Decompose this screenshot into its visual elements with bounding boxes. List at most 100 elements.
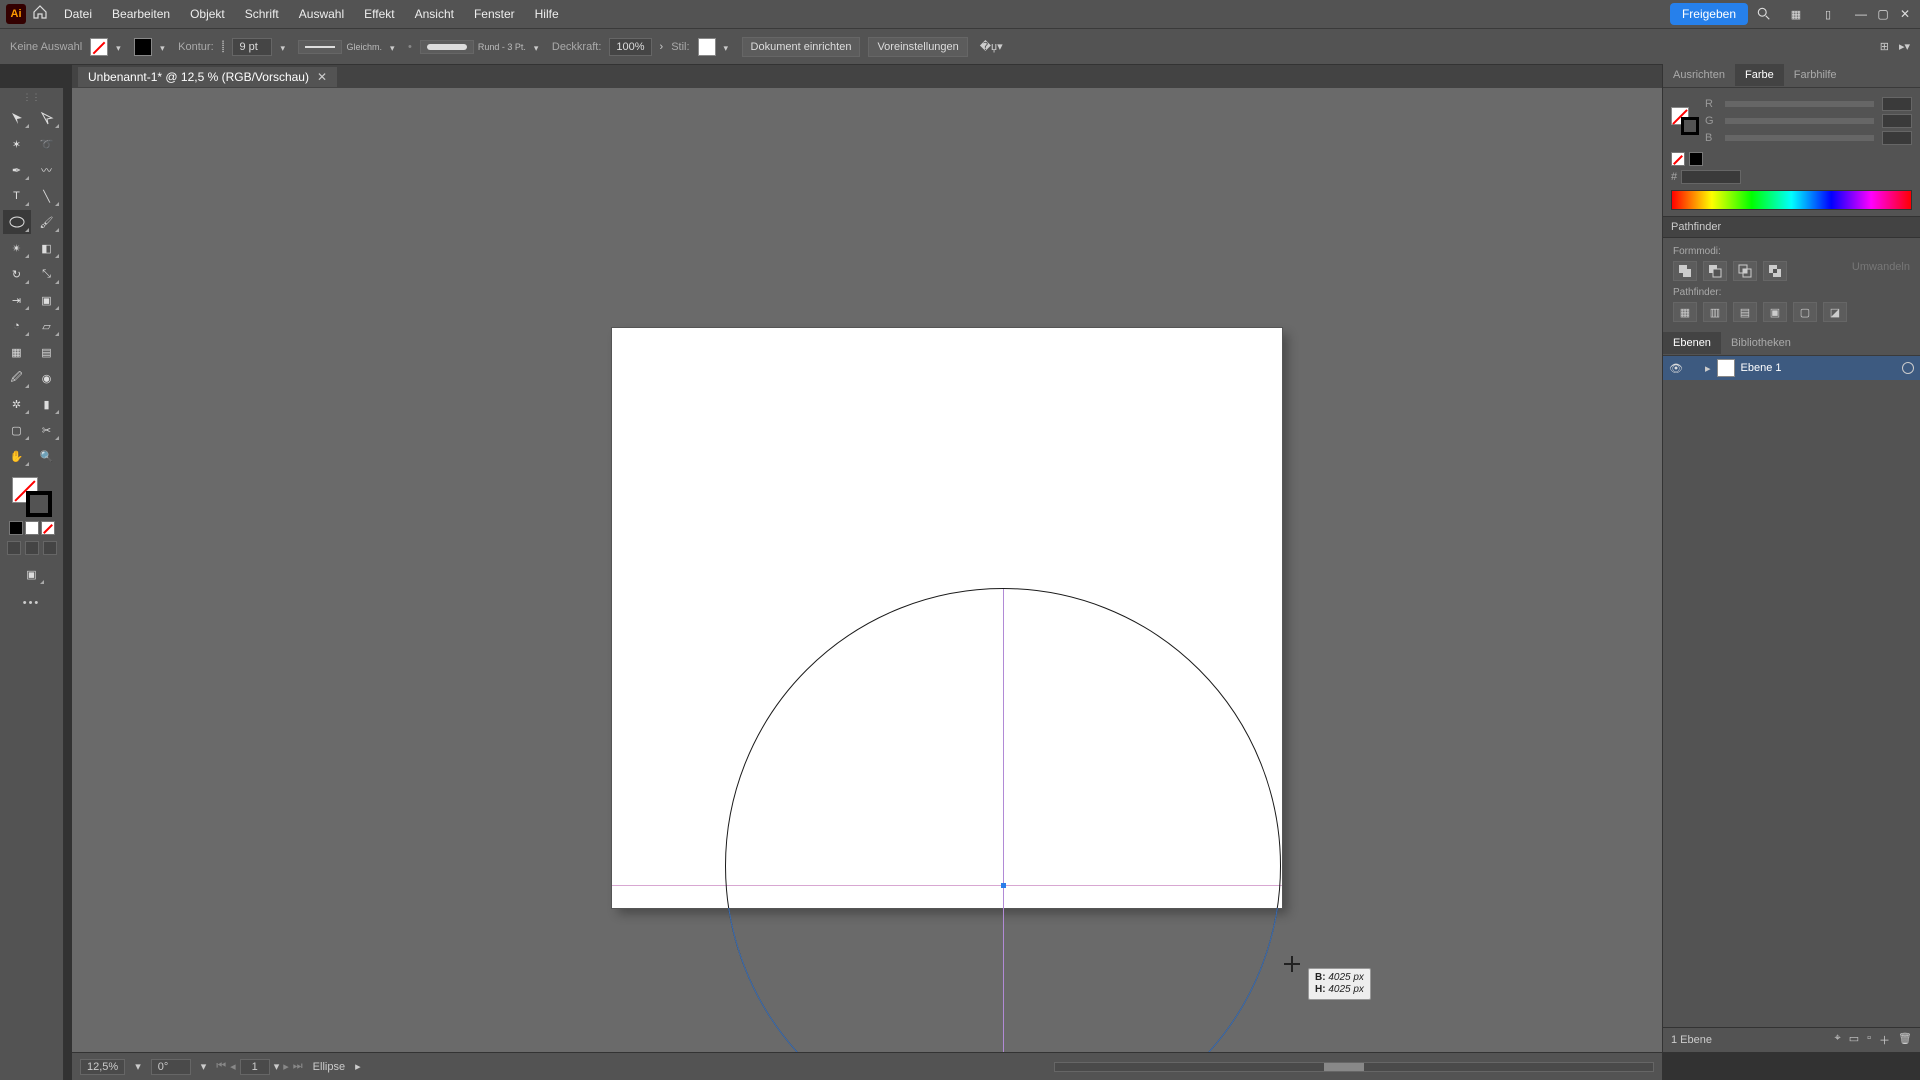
rotation-field[interactable]: 0° <box>151 1059 191 1075</box>
graphic-style-swatch[interactable] <box>698 38 716 56</box>
divide-icon[interactable]: ▦ <box>1673 302 1697 322</box>
g-value[interactable] <box>1882 114 1912 128</box>
eyedropper-tool[interactable]: 🖉 <box>3 366 31 390</box>
opacity-more-icon[interactable]: › <box>660 41 664 53</box>
window-close-icon[interactable]: ✕ <box>1896 7 1914 21</box>
arrange-grid-icon[interactable]: ▦ <box>1786 4 1806 24</box>
layer-row[interactable]: 👁 ▸ Ebene 1 <box>1663 356 1920 380</box>
brush-profile-preview[interactable] <box>420 40 474 54</box>
status-menu-icon[interactable]: ▸ <box>355 1060 361 1073</box>
screen-mode-tool[interactable]: ▣ <box>18 562 46 586</box>
fill-stroke-control[interactable] <box>12 477 52 517</box>
color-spectrum[interactable] <box>1671 190 1912 210</box>
close-tab-icon[interactable]: ✕ <box>317 70 327 84</box>
rotation-dropdown-icon[interactable]: ▾ <box>201 1060 207 1073</box>
panel-none-swatch[interactable] <box>1671 152 1685 166</box>
stroke-dropdown-icon[interactable] <box>160 42 170 52</box>
tab-farbe[interactable]: Farbe <box>1735 64 1784 87</box>
minus-front-icon[interactable] <box>1703 261 1727 281</box>
stroke-swatch[interactable] <box>134 38 152 56</box>
blend-tool[interactable]: ◉ <box>33 366 61 390</box>
visibility-icon[interactable]: 👁 <box>1669 362 1683 375</box>
r-value[interactable] <box>1882 97 1912 111</box>
gradient-tool[interactable]: ▤ <box>33 340 61 364</box>
artboard-tool[interactable]: ▢ <box>3 418 31 442</box>
graph-tool[interactable]: ▮ <box>33 392 61 416</box>
mesh-tool[interactable]: ▦ <box>3 340 31 364</box>
menu-hilfe[interactable]: Hilfe <box>525 7 569 21</box>
r-slider[interactable] <box>1725 101 1874 107</box>
tools-grip-icon[interactable]: ⋮⋮ <box>23 92 41 103</box>
slice-tool[interactable]: ✂ <box>33 418 61 442</box>
menu-datei[interactable]: Datei <box>54 7 102 21</box>
document-setup-button[interactable]: Dokument einrichten <box>742 37 861 57</box>
direct-selection-tool[interactable] <box>33 106 61 130</box>
panel-fill-stroke[interactable] <box>1671 107 1699 135</box>
graphic-style-dropdown-icon[interactable] <box>724 42 734 52</box>
first-artboard-icon[interactable]: ⏮ <box>216 1060 226 1073</box>
shaper-tool[interactable]: ✴ <box>3 236 31 260</box>
stroke-style-dropdown-icon[interactable] <box>390 42 400 52</box>
menu-schrift[interactable]: Schrift <box>235 7 289 21</box>
eraser-tool[interactable]: ◧ <box>33 236 61 260</box>
line-tool[interactable]: ╲ <box>33 184 61 208</box>
tab-ausrichten[interactable]: Ausrichten <box>1663 64 1735 87</box>
minus-back-icon[interactable]: ◪ <box>1823 302 1847 322</box>
home-icon[interactable] <box>32 4 48 25</box>
tab-bibliotheken[interactable]: Bibliotheken <box>1721 332 1801 355</box>
last-artboard-icon[interactable]: ⏭ <box>293 1060 303 1073</box>
perspective-tool[interactable]: ▱ <box>33 314 61 338</box>
align-to-icon[interactable]: �џ▾ <box>980 40 1003 53</box>
rotate-tool[interactable]: ↻ <box>3 262 31 286</box>
next-artboard-icon[interactable]: ▸ <box>283 1060 289 1073</box>
share-button[interactable]: Freigeben <box>1670 3 1748 25</box>
document-tab[interactable]: Unbenannt-1* @ 12,5 % (RGB/Vorschau) ✕ <box>78 67 337 87</box>
menu-bearbeiten[interactable]: Bearbeiten <box>102 7 180 21</box>
selection-tool[interactable] <box>3 106 31 130</box>
ellipse-center-handle[interactable] <box>1001 883 1006 888</box>
search-icon[interactable] <box>1754 4 1774 24</box>
window-minimize-icon[interactable]: — <box>1852 7 1870 21</box>
stroke-color-icon[interactable] <box>26 491 52 517</box>
tab-farbhilfe[interactable]: Farbhilfe <box>1784 64 1847 87</box>
trim-icon[interactable]: ▥ <box>1703 302 1727 322</box>
horizontal-scrollbar[interactable] <box>1054 1062 1654 1072</box>
ellipse-tool[interactable] <box>3 210 31 234</box>
prev-artboard-icon[interactable]: ◂ <box>230 1060 236 1073</box>
tools-more-icon[interactable]: ••• <box>23 597 41 609</box>
stroke-stepper-icon[interactable]: ⸽ <box>222 39 225 54</box>
b-slider[interactable] <box>1725 135 1874 141</box>
artboard-index-field[interactable]: 1 <box>240 1059 270 1075</box>
b-value[interactable] <box>1882 131 1912 145</box>
clip-mask-icon[interactable]: ▭ <box>1849 1032 1859 1048</box>
type-tool[interactable]: T <box>3 184 31 208</box>
menu-ansicht[interactable]: Ansicht <box>405 7 464 21</box>
panel-toggle-icon[interactable]: ⊞ <box>1880 40 1889 53</box>
new-sublayer-icon[interactable]: ▫ <box>1867 1032 1871 1048</box>
menu-effekt[interactable]: Effekt <box>354 7 404 21</box>
outline-icon[interactable]: ▢ <box>1793 302 1817 322</box>
default-black-swatch[interactable] <box>9 521 23 535</box>
crop-icon[interactable]: ▣ <box>1763 302 1787 322</box>
menu-objekt[interactable]: Objekt <box>180 7 235 21</box>
exclude-icon[interactable] <box>1763 261 1787 281</box>
panel-stroke-icon[interactable] <box>1681 117 1699 135</box>
draw-normal-icon[interactable] <box>7 541 21 555</box>
symbol-sprayer-tool[interactable]: ✲ <box>3 392 31 416</box>
brush-profile-dropdown-icon[interactable] <box>534 42 544 52</box>
g-slider[interactable] <box>1725 118 1874 124</box>
artboard-dropdown-icon[interactable]: ▾ <box>274 1060 280 1073</box>
hex-field[interactable] <box>1681 170 1741 184</box>
scale-tool[interactable]: ⤡ <box>33 262 61 286</box>
intersect-icon[interactable] <box>1733 261 1757 281</box>
panel-black-swatch[interactable] <box>1689 152 1703 166</box>
paintbrush-tool[interactable]: 🖌 <box>33 210 61 234</box>
expand-button[interactable]: Umwandeln <box>1852 261 1910 281</box>
window-maximize-icon[interactable]: ▢ <box>1874 7 1892 21</box>
curvature-tool[interactable]: 〰 <box>33 158 61 182</box>
stroke-style-preview[interactable] <box>298 40 342 54</box>
shape-builder-tool[interactable]: ◔ <box>3 314 31 338</box>
layer-name[interactable]: Ebene 1 <box>1741 362 1896 374</box>
pen-tool[interactable]: ✒ <box>3 158 31 182</box>
canvas-area[interactable]: B: 4025 px H: 4025 px <box>72 88 1662 1052</box>
